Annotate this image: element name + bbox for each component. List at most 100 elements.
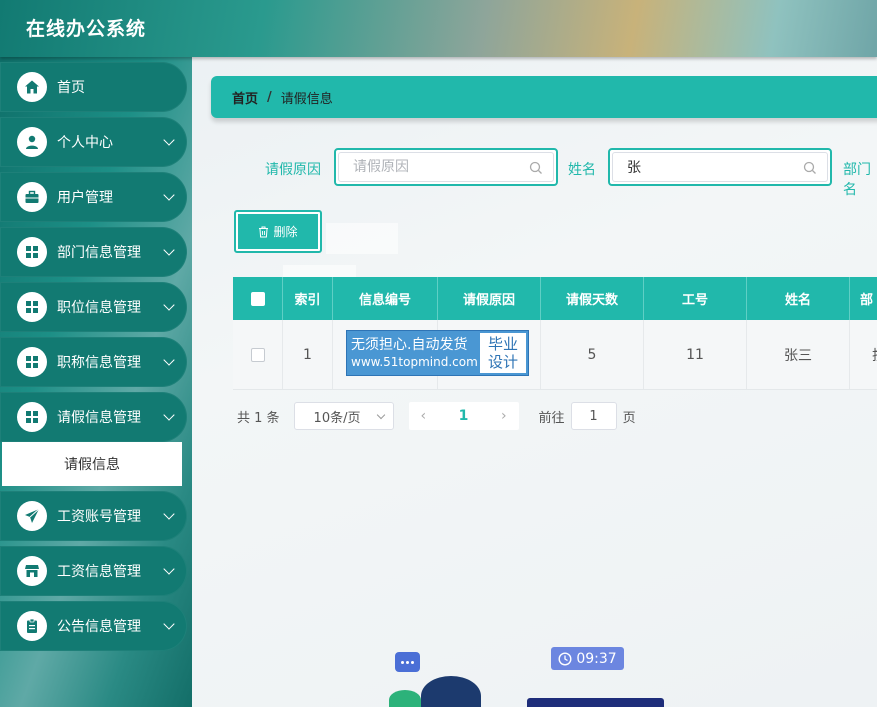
- breadcrumb-separator: /: [267, 89, 272, 105]
- table-cell: 技: [850, 320, 877, 389]
- illustration-person: [421, 676, 481, 707]
- sidebar-item-label: 工资账号管理: [57, 509, 141, 525]
- chevron-down-icon: [163, 189, 175, 201]
- sidebar-item-home[interactable]: 首页: [0, 62, 187, 112]
- illustration-monitor: [527, 698, 664, 707]
- row-checkbox[interactable]: [250, 347, 265, 362]
- select-all-checkbox[interactable]: [250, 291, 265, 306]
- ghost-panel: [326, 223, 398, 254]
- watermark-right2: 设计: [487, 353, 518, 371]
- column-header[interactable]: 索引: [283, 277, 333, 320]
- sidebar-item-department[interactable]: 部门信息管理: [0, 227, 187, 277]
- home-icon: [17, 72, 47, 102]
- pagination: 共 1 条 10条/页 ‹ 1 › 前往 1 页: [237, 402, 636, 430]
- name-search-label: 姓名: [568, 162, 596, 178]
- sidebar-item-salary-account[interactable]: 工资账号管理: [0, 491, 187, 541]
- select-all-cell: [233, 277, 283, 320]
- table-cell: 无须担心.自动发货 www.51topmind.com 毕业 设计: [333, 320, 529, 389]
- table-cell: 5: [541, 320, 644, 389]
- breadcrumb-home[interactable]: 首页: [232, 88, 258, 107]
- reason-search-label: 请假原因: [265, 162, 321, 178]
- chevron-down-icon: [163, 244, 175, 256]
- sidebar-item-position[interactable]: 职位信息管理: [0, 282, 187, 332]
- submenu-item-leave-info[interactable]: 请假信息: [2, 442, 182, 486]
- sidebar-item-label: 用户管理: [57, 190, 113, 206]
- prev-page-button[interactable]: ‹: [421, 408, 427, 424]
- delete-button[interactable]: 删除: [234, 210, 322, 253]
- trash-icon: [259, 226, 269, 237]
- sidebar-item-label: 职位信息管理: [57, 300, 141, 316]
- clock-badge: 09:37: [551, 647, 624, 670]
- column-header[interactable]: 部: [850, 277, 877, 320]
- sidebar-item-label: 公告信息管理: [57, 619, 141, 635]
- store-icon: [17, 556, 47, 586]
- clock-icon: [558, 651, 572, 666]
- row-select-cell: [233, 320, 283, 389]
- chevron-down-icon: [163, 299, 175, 311]
- chevron-down-icon: [376, 410, 385, 420]
- sidebar-item-label: 职称信息管理: [57, 355, 141, 371]
- top-bar: 在线办公系统: [0, 0, 877, 57]
- chevron-down-icon: [163, 134, 175, 146]
- briefcase-icon: [17, 182, 47, 212]
- app-title: 在线办公系统: [26, 18, 147, 40]
- goto-page-input[interactable]: 1: [570, 402, 617, 430]
- sidebar-item-label: 部门信息管理: [57, 245, 141, 261]
- column-header[interactable]: 请假天数: [541, 277, 644, 320]
- pager: ‹ 1 ›: [408, 402, 519, 430]
- watermark-line1: 无须担心.自动发货: [351, 337, 468, 353]
- user-icon: [17, 127, 47, 157]
- search-icon: [803, 161, 816, 174]
- name-search-input[interactable]: [627, 159, 777, 175]
- chevron-down-icon: [163, 618, 175, 630]
- current-page[interactable]: 1: [459, 408, 469, 424]
- clipboard-icon: [17, 611, 47, 641]
- table-cell: 张三: [747, 320, 850, 389]
- dept-search-label: 部门名: [843, 162, 871, 198]
- grid-icon: [17, 237, 47, 267]
- column-header[interactable]: 工号: [644, 277, 747, 320]
- chevron-down-icon: [163, 563, 175, 575]
- sidebar-item-salary-info[interactable]: 工资信息管理: [0, 546, 187, 596]
- column-header[interactable]: 信息编号: [333, 277, 438, 320]
- goto-label: 前往: [538, 410, 565, 426]
- grid-icon: [17, 402, 47, 432]
- page-size-value: 10条/页: [313, 410, 361, 426]
- sidebar-item-label: 首页: [57, 80, 85, 96]
- table-row: 1 无须担心.自动发货 www.51topmind.com 毕业 设计 5 11…: [233, 320, 877, 390]
- grid-icon: [17, 292, 47, 322]
- page-size-select[interactable]: 10条/页: [293, 402, 394, 430]
- sidebar-item-personal-center[interactable]: 个人中心: [0, 117, 187, 167]
- sidebar-item-label: 请假信息管理: [57, 410, 141, 426]
- reason-search-input[interactable]: [353, 159, 503, 175]
- sidebar-item-label: 个人中心: [57, 135, 113, 151]
- sidebar-item-leave[interactable]: 请假信息管理: [0, 392, 187, 442]
- table-header: 索引 信息编号 请假原因 请假天数 工号 姓名 部: [233, 277, 877, 320]
- sidebar-item-announcement[interactable]: 公告信息管理: [0, 601, 187, 651]
- clock-time: 09:37: [576, 650, 617, 667]
- ghost-panel: [283, 265, 356, 277]
- breadcrumb-current: 请假信息: [280, 91, 333, 107]
- table-cell: 1: [283, 320, 333, 389]
- chevron-down-icon: [163, 354, 175, 366]
- chat-bubble-icon: [395, 652, 420, 672]
- page-suffix: 页: [622, 410, 636, 426]
- watermark-line2: www.51topmind.com: [351, 355, 478, 369]
- table-cell: 11: [644, 320, 747, 389]
- chevron-down-icon: [163, 508, 175, 520]
- column-header[interactable]: 姓名: [747, 277, 850, 320]
- watermark-overlay: 无须担心.自动发货 www.51topmind.com 毕业 设计: [346, 330, 529, 376]
- sidebar-item-label: 工资信息管理: [57, 564, 141, 580]
- next-page-button[interactable]: ›: [501, 408, 507, 424]
- sidebar-item-user-management[interactable]: 用户管理: [0, 172, 187, 222]
- leave-table: 索引 信息编号 请假原因 请假天数 工号 姓名 部 1 无须担心.自动发货 ww…: [233, 277, 877, 390]
- breadcrumb: 首页 / 请假信息: [211, 76, 877, 118]
- column-header[interactable]: 请假原因: [438, 277, 541, 320]
- grid-icon: [17, 347, 47, 377]
- chevron-down-icon: [163, 409, 175, 421]
- illustration-leaf: [389, 690, 421, 707]
- reason-search-box: [334, 148, 558, 186]
- sidebar-item-title[interactable]: 职称信息管理: [0, 337, 187, 387]
- sidebar: 首页 个人中心 用户管理 部门信息管理 职位信息管理 职称信息管理 请假信息管理…: [0, 57, 192, 707]
- search-icon: [529, 161, 542, 174]
